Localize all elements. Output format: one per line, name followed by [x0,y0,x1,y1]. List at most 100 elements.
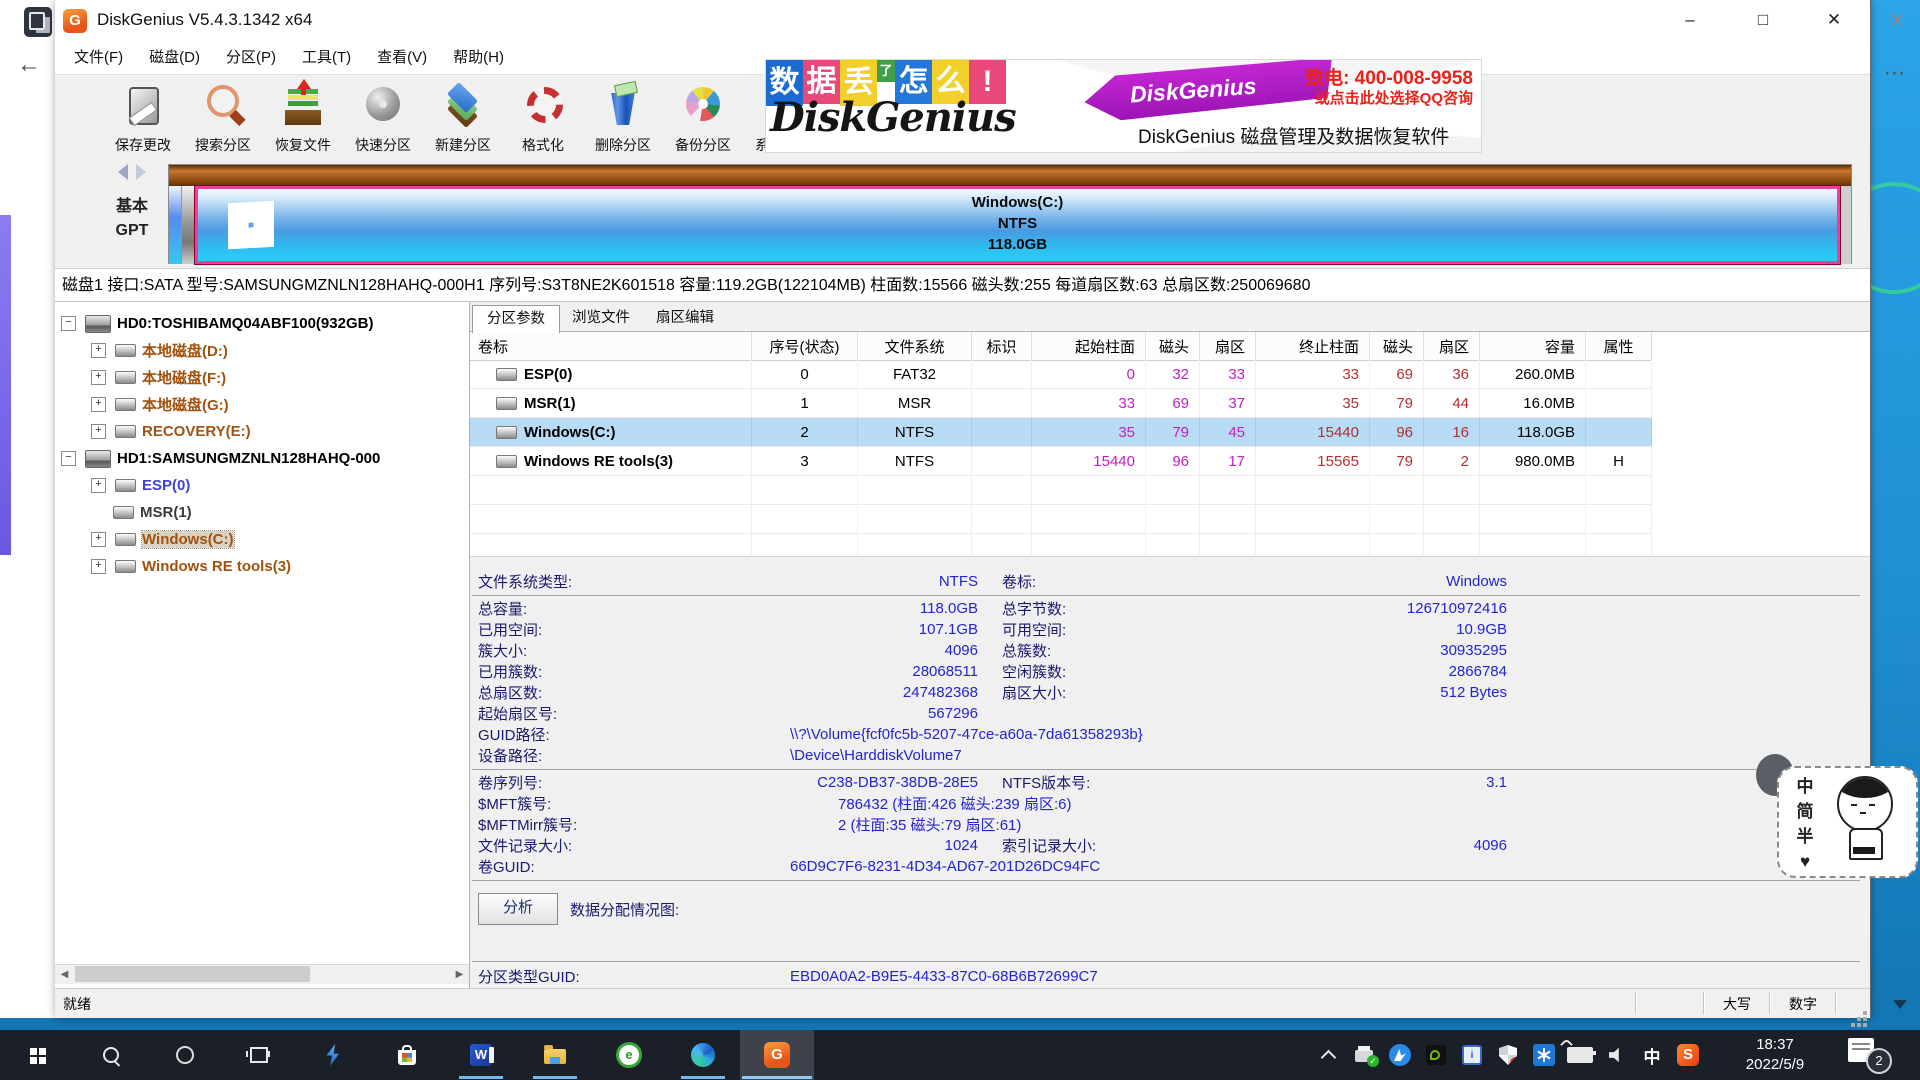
expand-icon[interactable]: + [91,424,106,439]
tree-item-windows-c-[interactable]: +Windows(C:) [55,526,469,553]
word[interactable]: W [444,1030,518,1080]
column-header-6[interactable]: 扇区 [1200,332,1256,360]
sogou-input[interactable]: S [1670,1030,1706,1080]
column-header-0[interactable]: 卷标 [470,332,752,360]
tree-item-recovery-e-[interactable]: +RECOVERY(E:) [55,418,469,445]
backup-partition-button[interactable]: 备份分区 [663,77,743,159]
snowflake-app[interactable] [1526,1030,1562,1080]
table-row-windows-re-tools-3-[interactable]: Windows RE tools(3)3NTFS1544096171556579… [470,447,1652,476]
column-header-1[interactable]: 序号(状态) [752,332,858,360]
tree-horizontal-scrollbar[interactable]: ◀ ▶ [55,964,469,984]
search-button[interactable] [74,1030,148,1080]
back-arrow-icon[interactable]: ← [14,50,44,80]
background-app-icon[interactable] [24,7,52,37]
sogou-status-2[interactable]: 半 [1793,824,1817,849]
collapse-icon[interactable]: − [61,451,76,466]
expand-icon[interactable]: + [91,397,106,412]
app-blue-bird[interactable] [1382,1030,1418,1080]
nvidia-settings[interactable] [1418,1030,1454,1080]
table-row-msr-1-[interactable]: MSR(1)1MSR33693735794416.0MB [470,389,1652,418]
column-header-4[interactable]: 起始柱面 [1032,332,1146,360]
volume-status[interactable] [1598,1030,1634,1080]
expand-icon[interactable]: + [91,343,106,358]
quick-partition-button[interactable]: 快速分区 [343,77,423,159]
column-header-7[interactable]: 终止柱面 [1256,332,1370,360]
expand-icon[interactable]: + [91,370,106,385]
task-view-button[interactable] [222,1030,296,1080]
edge[interactable] [666,1030,740,1080]
tree-item-msr-1-[interactable]: MSR(1) [55,499,469,526]
sogou-status-0[interactable]: 中 [1793,774,1817,799]
menu-item-3[interactable]: 工具(T) [289,43,364,73]
sogou-status-1[interactable]: 简 [1793,799,1817,824]
column-header-10[interactable]: 容量 [1480,332,1586,360]
expand-icon[interactable]: + [91,559,106,574]
expand-icon[interactable]: + [91,478,106,493]
column-header-5[interactable]: 磁头 [1146,332,1200,360]
scroll-right-icon[interactable]: ▶ [450,965,469,984]
menu-item-5[interactable]: 帮助(H) [440,43,517,73]
format-button[interactable]: 格式化 [503,77,583,159]
maximize-button[interactable]: □ [1734,0,1792,40]
ime-indicator[interactable]: 中 [1634,1030,1670,1080]
partition-block-windows-c[interactable]: Windows(C:) NTFS 118.0GB [195,186,1840,264]
tree-item--d-[interactable]: +本地磁盘(D:) [55,337,469,364]
background-close-icon[interactable]: ✕ [1880,6,1914,36]
resize-grip[interactable] [1863,1011,1867,1015]
menu-item-4[interactable]: 查看(V) [364,43,440,73]
column-header-11[interactable]: 属性 [1586,332,1652,360]
printer-status[interactable] [1346,1030,1382,1080]
tray-expand[interactable] [1310,1030,1346,1080]
column-header-9[interactable]: 扇区 [1424,332,1480,360]
microsoft-store[interactable] [370,1030,444,1080]
minimize-button[interactable]: – [1661,0,1719,40]
analyze-button[interactable]: 分析 [478,893,558,925]
tab-sector-edit[interactable]: 扇区编辑 [643,305,727,332]
cortana-button[interactable] [148,1030,222,1080]
start-button[interactable] [0,1030,74,1080]
column-header-8[interactable]: 磁头 [1370,332,1424,360]
new-partition-button[interactable]: 新建分区 [423,77,503,159]
tree-item-windows-re-tools-3-[interactable]: +Windows RE tools(3) [55,553,469,580]
sogou-status-3[interactable]: ♥ [1793,849,1817,874]
tree-item--f-[interactable]: +本地磁盘(F:) [55,364,469,391]
banner-qq-link[interactable]: 或点击此处选择QQ咨询 [1315,87,1473,108]
tree-item-hd0-toshibamq04abf100-932gb-[interactable]: −HD0:TOSHIBAMQ04ABF100(932GB) [55,310,469,337]
tree-item--g-[interactable]: +本地磁盘(G:) [55,391,469,418]
scroll-left-icon[interactable]: ◀ [55,965,74,984]
column-header-2[interactable]: 文件系统 [858,332,972,360]
search-partition-button[interactable]: 搜索分区 [183,77,263,159]
tab-browse-files[interactable]: 浏览文件 [559,305,643,332]
diskgenius[interactable]: G [740,1030,814,1080]
intel-graphics[interactable]: i [1454,1030,1490,1080]
partition-block-msr[interactable] [182,186,195,264]
browser-green[interactable]: e [592,1030,666,1080]
taskbar-clock[interactable]: 18:37 2022/5/9 [1714,1030,1836,1080]
menu-item-2[interactable]: 分区(P) [213,43,289,73]
column-header-3[interactable]: 标识 [972,332,1032,360]
nav-left-icon[interactable] [118,164,128,180]
menu-item-0[interactable]: 文件(F) [61,43,136,73]
scrollbar-thumb[interactable] [75,966,310,982]
partition-block-esp[interactable] [169,186,182,264]
battery-status[interactable] [1562,1030,1598,1080]
app-lightning[interactable] [296,1030,370,1080]
windows-defender[interactable] [1490,1030,1526,1080]
file-explorer[interactable] [518,1030,592,1080]
nav-right-icon[interactable] [136,164,146,180]
recover-files-button[interactable]: 恢复文件 [263,77,343,159]
table-row-esp-0-[interactable]: ESP(0)0FAT3203233336936260.0MB [470,360,1652,389]
sogou-ime-panel[interactable]: 中简半♥ [1777,766,1918,878]
tree-item-hd1-samsungmznln128hahq-000[interactable]: −HD1:SAMSUNGMZNLN128HAHQ-000 [55,445,469,472]
tab-partition-params[interactable]: 分区参数 [472,305,560,333]
tree-item-esp-0-[interactable]: +ESP(0) [55,472,469,499]
menu-item-1[interactable]: 磁盘(D) [136,43,213,73]
ad-banner[interactable]: 数据丢了怎么! DiskGenius DiskGenius 致电: 400-00… [765,59,1482,153]
table-row-windows-c-[interactable]: Windows(C:)2NTFS357945154409616118.0GB [470,418,1652,447]
collapse-icon[interactable]: − [61,316,76,331]
delete-partition-button[interactable]: 删除分区 [583,77,663,159]
save-changes-button[interactable]: 保存更改 [103,77,183,159]
background-more-icon[interactable]: ⋯ [1876,62,1914,88]
disk-strip[interactable] [169,165,1851,186]
expand-icon[interactable]: + [91,532,106,547]
